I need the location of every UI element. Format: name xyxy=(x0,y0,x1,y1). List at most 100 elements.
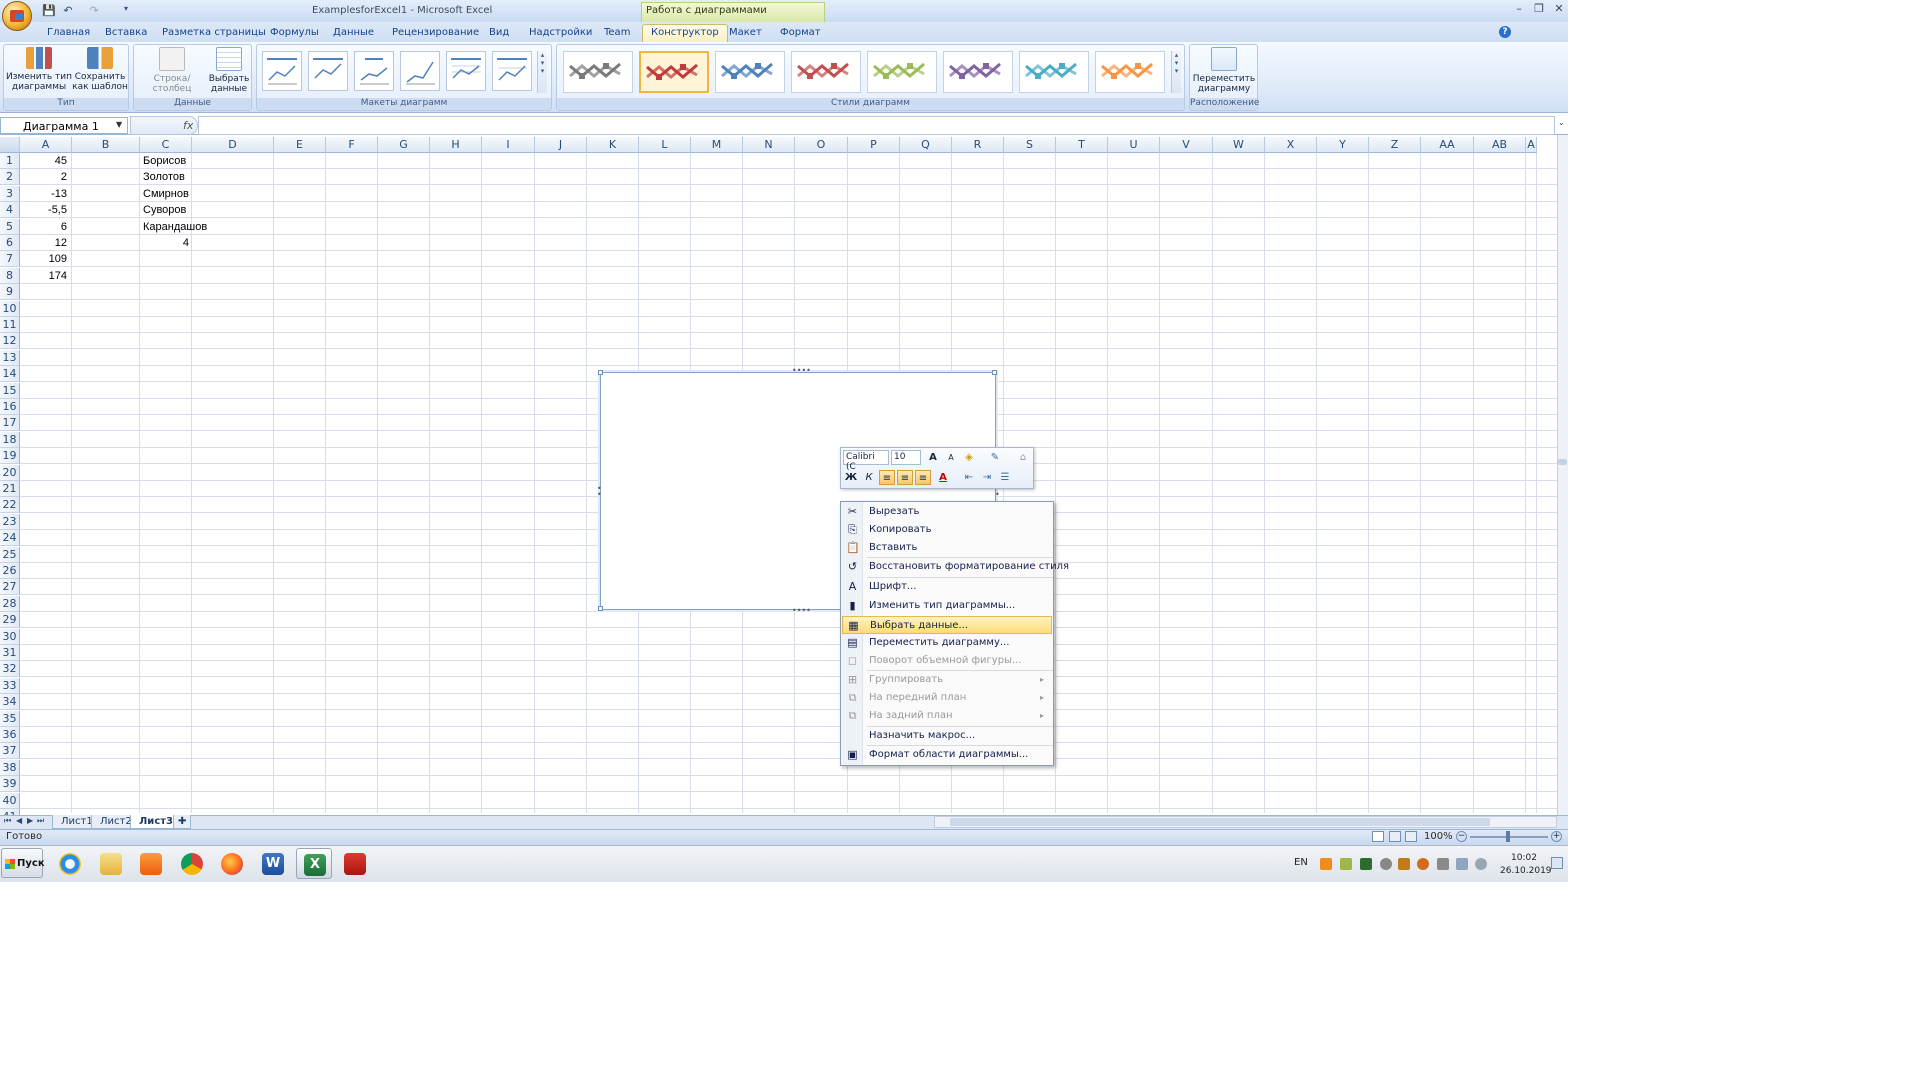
chart-style-6-thumbnail[interactable] xyxy=(943,51,1013,93)
row-header[interactable]: 15 xyxy=(0,383,20,399)
tab-format[interactable]: Формат xyxy=(772,25,829,42)
row-header[interactable]: 21 xyxy=(0,481,20,497)
insert-function-button[interactable]: fx xyxy=(183,119,193,132)
row-header[interactable]: 37 xyxy=(0,743,20,759)
name-box[interactable]: Диаграмма 1 xyxy=(0,117,128,134)
menu-item[interactable]: ◻ Поворот объемной фигуры... xyxy=(842,652,1052,670)
row-header[interactable]: 7 xyxy=(0,251,20,267)
font-size-box[interactable]: 10 xyxy=(891,450,921,465)
increase-indent-icon[interactable]: ⇥ xyxy=(979,470,995,485)
word-taskbar-button[interactable]: W xyxy=(255,848,291,879)
row-header[interactable]: 9 xyxy=(0,284,20,300)
network-icon[interactable] xyxy=(1456,858,1468,870)
layouts-scroll[interactable]: ▴ ▾ ▾ xyxy=(537,51,547,93)
chart-style-4-thumbnail[interactable] xyxy=(791,51,861,93)
row-header[interactable]: 32 xyxy=(0,661,20,677)
chart-resize-handle[interactable] xyxy=(598,370,603,375)
menu-item[interactable]: ▮ Изменить тип диаграммы... xyxy=(842,597,1052,615)
column-header[interactable]: I xyxy=(482,137,535,153)
row-header[interactable]: 34 xyxy=(0,694,20,710)
row-header[interactable]: 18 xyxy=(0,432,20,448)
cell-value[interactable]: 6 xyxy=(20,219,67,235)
row-header[interactable]: 25 xyxy=(0,547,20,563)
tab-design[interactable]: Конструктор xyxy=(642,24,728,42)
close-button[interactable]: ✕ xyxy=(1552,2,1566,16)
column-header[interactable]: D xyxy=(192,137,274,153)
column-header[interactable]: Y xyxy=(1317,137,1369,153)
last-sheet-icon[interactable]: ⏭ xyxy=(37,816,44,826)
chart-resize-handle[interactable]: •••• xyxy=(792,367,811,375)
format-painter-icon[interactable]: ⌂ xyxy=(1015,450,1031,465)
row-header[interactable]: 23 xyxy=(0,514,20,530)
fill-color-icon[interactable]: ◈ xyxy=(961,450,977,465)
menu-item[interactable]: Назначить макрос... xyxy=(842,727,1052,745)
menu-item[interactable]: ↺ Восстановить форматирование стиля xyxy=(842,558,1069,576)
vertical-scrollbar[interactable] xyxy=(1557,135,1568,815)
normal-view-icon[interactable] xyxy=(1372,831,1384,842)
row-header[interactable]: 35 xyxy=(0,711,20,727)
row-header[interactable]: 22 xyxy=(0,497,20,513)
name-box-dropdown-icon[interactable]: ▼ xyxy=(116,120,122,129)
row-header[interactable]: 33 xyxy=(0,678,20,694)
cell-value[interactable]: Борисов xyxy=(143,153,186,169)
column-header[interactable]: AB xyxy=(1474,137,1526,153)
row-header[interactable]: 17 xyxy=(0,415,20,431)
chart-resize-handle[interactable] xyxy=(598,606,603,611)
menu-item[interactable]: ⎘ Копировать xyxy=(842,521,1052,539)
row-header[interactable]: 38 xyxy=(0,760,20,776)
insert-sheet-icon[interactable]: ✚ xyxy=(173,815,192,829)
cell-value[interactable]: Смирнов xyxy=(143,186,189,202)
zoom-in-icon[interactable]: + xyxy=(1551,831,1562,842)
layout-3-thumbnail[interactable] xyxy=(354,51,394,91)
cell-value[interactable]: 174 xyxy=(20,268,67,284)
tray-app-icon[interactable] xyxy=(1417,858,1429,870)
column-header[interactable]: AA xyxy=(1421,137,1474,153)
office-button[interactable] xyxy=(2,1,32,31)
row-header[interactable]: 36 xyxy=(0,727,20,743)
styles-scroll[interactable]: ▴ ▾ ▾ xyxy=(1171,51,1181,93)
clock-time[interactable]: 10:02 xyxy=(1511,853,1537,863)
menu-item[interactable]: ⊞ Группировать ▸ xyxy=(842,671,1052,689)
layout-6-thumbnail[interactable] xyxy=(492,51,532,91)
bold-button[interactable]: Ж xyxy=(843,470,859,485)
tray-app-icon[interactable] xyxy=(1475,858,1487,870)
font-color-icon[interactable]: A xyxy=(935,470,951,485)
cell-value[interactable]: 12 xyxy=(20,235,67,251)
excel-taskbar-button[interactable]: X xyxy=(296,848,332,879)
column-header[interactable]: S xyxy=(1004,137,1056,153)
row-header[interactable]: 24 xyxy=(0,530,20,546)
change-chart-type-button[interactable]: Изменить тип диаграммы xyxy=(6,47,72,92)
row-header[interactable]: 2 xyxy=(0,169,20,185)
next-sheet-icon[interactable]: ▶ xyxy=(27,816,33,825)
menu-item[interactable]: A Шрифт... xyxy=(842,578,1052,596)
switch-row-column-button[interactable]: Строка/столбец xyxy=(136,47,208,94)
shrink-font-icon[interactable]: A xyxy=(943,450,959,465)
restore-button[interactable]: ❐ xyxy=(1532,2,1546,16)
tray-app-icon[interactable] xyxy=(1380,858,1392,870)
row-header[interactable]: 6 xyxy=(0,235,20,251)
page-layout-view-icon[interactable] xyxy=(1389,831,1401,842)
chart-resize-handle[interactable]: •• xyxy=(597,485,602,499)
row-header[interactable]: 29 xyxy=(0,612,20,628)
tab-data[interactable]: Данные xyxy=(325,25,382,42)
font-name-box[interactable]: Calibri (С xyxy=(843,450,889,472)
cell-value[interactable]: -13 xyxy=(20,186,67,202)
select-data-button[interactable]: Выбрать данные xyxy=(208,47,250,94)
cell-value[interactable]: Золотов xyxy=(143,169,185,185)
layout-5-thumbnail[interactable] xyxy=(446,51,486,91)
tab-formulas[interactable]: Формулы xyxy=(262,25,327,42)
decrease-indent-icon[interactable]: ⇤ xyxy=(961,470,977,485)
column-header[interactable]: A xyxy=(1526,137,1537,153)
column-header[interactable]: V xyxy=(1160,137,1213,153)
row-header[interactable]: 14 xyxy=(0,366,20,382)
redo-icon[interactable]: ↷ xyxy=(86,4,102,18)
chart-resize-handle[interactable] xyxy=(992,370,997,375)
row-header[interactable]: 26 xyxy=(0,563,20,579)
bullets-icon[interactable]: ☰ xyxy=(997,470,1013,485)
menu-item[interactable]: ⧉ На задний план ▸ xyxy=(842,707,1052,725)
column-header[interactable]: X xyxy=(1265,137,1317,153)
clock-date[interactable]: 26.10.2019 xyxy=(1500,866,1552,876)
vertical-scroll-thumb[interactable] xyxy=(1558,459,1567,465)
zoom-slider-thumb[interactable] xyxy=(1506,831,1510,842)
column-header[interactable]: F xyxy=(326,137,378,153)
